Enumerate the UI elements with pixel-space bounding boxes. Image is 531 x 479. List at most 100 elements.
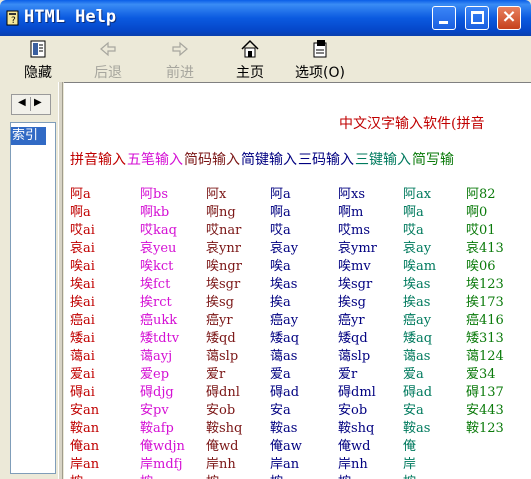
tab-index[interactable]: 索引 (11, 127, 46, 145)
table-cell: 哀413 (466, 241, 504, 256)
table-cell: 哀ay (270, 241, 299, 256)
minimize-button[interactable] (432, 6, 456, 30)
pane-splitter[interactable] (58, 82, 63, 479)
table-cell: 阿bs (140, 187, 168, 202)
home-button[interactable]: 主页 (230, 38, 270, 82)
table-cell: 哎nar (206, 223, 242, 238)
table-cell: 癌ai (70, 313, 95, 328)
help-book-icon: ? (6, 10, 19, 26)
table-cell: 爱a (270, 367, 291, 382)
table-cell: 岸an (70, 457, 100, 472)
table-cell: 阿a (270, 187, 291, 202)
table-cell: 岸mdfj (140, 457, 183, 472)
table-cell: 爱ep (140, 367, 170, 382)
back-button[interactable]: 后退 (88, 38, 128, 82)
table-cell: 按an (70, 471, 99, 479)
table-cell: 啊0 (466, 205, 488, 220)
table-cell: 安ob (206, 403, 236, 418)
table-cell: 按 (403, 471, 416, 479)
page-headline: 中文汉字输入软件(拼音 (339, 116, 485, 132)
table-cell: 蔼slp (338, 349, 371, 364)
table-cell: 埃fct (140, 277, 171, 292)
table-cell: 哀ymr (338, 241, 377, 256)
table-cell: 蔼as (270, 349, 298, 364)
table-cell: 哀ai (70, 241, 95, 256)
table-cell: 按a (270, 471, 291, 479)
table-cell: 哀yeu (140, 241, 177, 256)
table-cell: 鞍an (70, 421, 100, 436)
table-cell: 哎kaq (140, 223, 177, 238)
column-header: 简键输入 (241, 152, 297, 168)
table-cell: 癌416 (466, 313, 504, 328)
table-cell: 爱r (338, 367, 358, 382)
table-cell: 唉mv (338, 259, 371, 274)
table-cell: 蔼slp (206, 349, 239, 364)
table-cell: 岸an (270, 457, 300, 472)
table-cell: 唉06 (466, 259, 496, 274)
column-header: 五笔输入 (127, 152, 183, 168)
table-cell: 鞍afp (140, 421, 174, 436)
table-cell: 癌ay (403, 313, 432, 328)
scroll-left-icon[interactable]: ◀ (18, 97, 26, 108)
home-label: 主页 (236, 65, 264, 81)
options-icon (313, 40, 327, 58)
table-cell: 矮313 (466, 331, 504, 346)
table-cell: 唉am (403, 259, 437, 274)
table-cell: 阿82 (466, 187, 496, 202)
options-button[interactable]: 选项(O) (290, 38, 350, 82)
divider (30, 97, 31, 111)
table-cell: 啊m (338, 205, 364, 220)
content-pane: 中文汉字输入软件(拼音 拼音输入五笔输入简码输入简键输入三码输入三键输入简写输 … (64, 82, 531, 479)
table-cell: 俺wd (338, 439, 371, 454)
table-cell: 癌ukk (140, 313, 178, 328)
svg-text:?: ? (11, 16, 16, 26)
table-cell: 哀ay (403, 241, 432, 256)
table-cell: 埃as (270, 277, 298, 292)
table-cell: 挨sg (338, 295, 366, 310)
table-cell: 哎a (270, 223, 291, 238)
table-cell: 岸 (403, 457, 417, 472)
table-cell: 哎01 (466, 223, 496, 238)
hide-button[interactable]: 隐藏 (18, 38, 58, 82)
table-cell: 啊a (403, 205, 424, 220)
table-cell: 爱34 (466, 367, 496, 382)
table-cell: 啊ng (206, 205, 236, 220)
table-cell: 安a (270, 403, 291, 418)
table-cell: 阿xs (338, 187, 366, 202)
maximize-button[interactable] (465, 6, 489, 30)
table-cell: 岸nh (206, 457, 236, 472)
table-cell: 啊a (270, 205, 291, 220)
index-panel: 索引 (10, 122, 56, 474)
back-label: 后退 (94, 65, 122, 81)
toolbar: 隐藏 后退 前进 主页 选项(O) (0, 36, 531, 83)
table-cell: 碍ad (403, 385, 433, 400)
forward-button[interactable]: 前进 (160, 38, 200, 82)
table-cell: 矮aq (403, 331, 433, 346)
table-cell: 啊kb (140, 205, 170, 220)
scroll-right-icon[interactable]: ▶ (34, 97, 42, 108)
table-cell: 埃sgr (338, 277, 373, 292)
table-cell: 矮qd (338, 331, 368, 346)
table-cell: 鞍as (270, 421, 298, 436)
table-cell: 埃as (403, 277, 431, 292)
table-cell: 碍djg (140, 385, 174, 400)
table-cell: 哎ai (70, 223, 95, 238)
table-cell: 唉ai (70, 259, 95, 274)
table-cell: 埃sgr (206, 277, 241, 292)
table-cell: 碍ad (270, 385, 300, 400)
table-cell: 挨ai (70, 295, 95, 310)
table-cell: 挨173 (466, 295, 504, 310)
table-cell: 挨rct (140, 295, 172, 310)
table-cell: 俺an (70, 439, 100, 454)
table-cell: 碍137 (466, 385, 504, 400)
column-header-row: 拼音输入五笔输入简码输入简键输入三码输入三键输入简写输 (70, 149, 455, 169)
table-cell: 安443 (466, 403, 504, 418)
table-cell: 鞍shq (206, 421, 243, 436)
table-cell: 挨sg (206, 295, 234, 310)
table-cell: 唉ngr (206, 259, 242, 274)
column-header: 简码输入 (184, 152, 240, 168)
table-cell: 癌yr (206, 313, 233, 328)
close-icon: × (501, 6, 517, 27)
close-button[interactable]: × (497, 6, 521, 30)
table-cell: 碍ai (70, 385, 95, 400)
